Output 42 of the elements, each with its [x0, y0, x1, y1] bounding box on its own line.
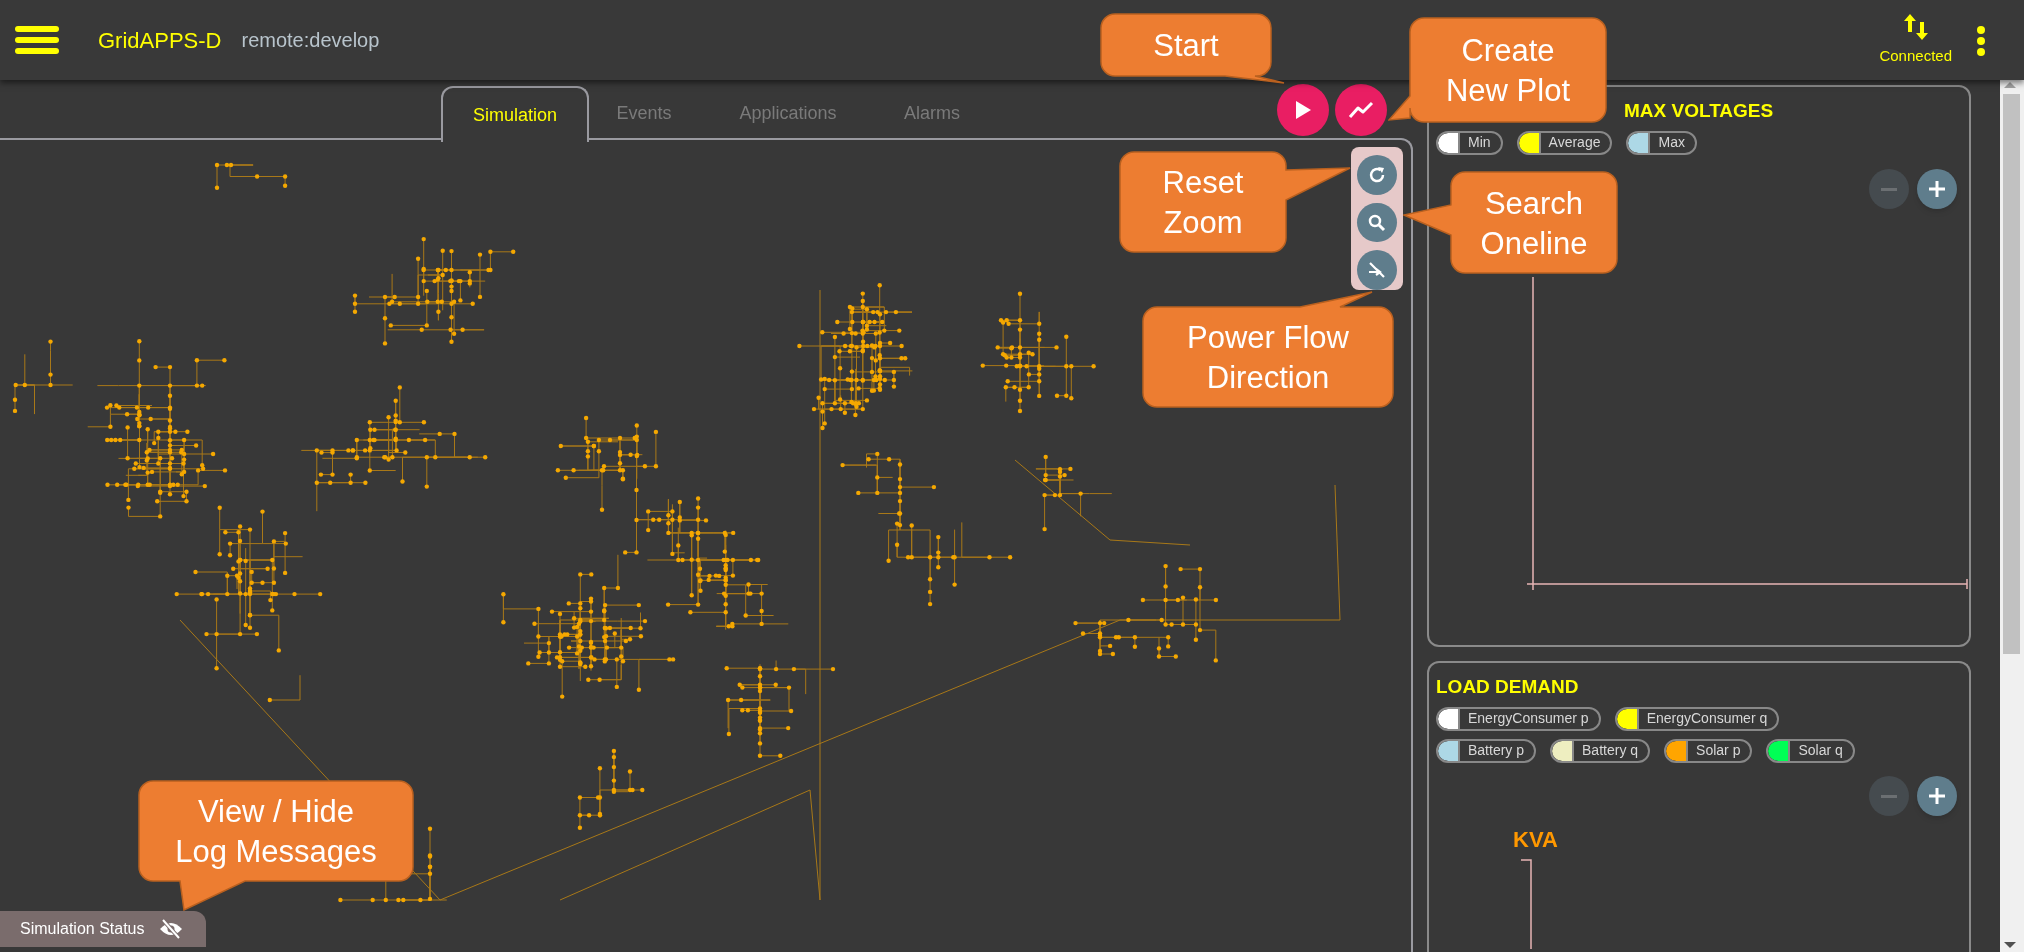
callout-text: Search Oneline [1480, 185, 1588, 261]
play-icon [1294, 100, 1312, 120]
refresh-icon [1367, 164, 1387, 185]
new-plot-button[interactable] [1335, 84, 1387, 136]
more-options-icon[interactable] [1976, 26, 1986, 56]
connection-status: Connected [1879, 46, 1952, 67]
status-label: Simulation Status [20, 919, 145, 939]
callout-text: Reset Zoom [1162, 165, 1244, 240]
legend-chip[interactable]: Solar p [1664, 738, 1753, 763]
plot-title: LOAD DEMAND [1436, 675, 1580, 699]
legend-chip[interactable]: EnergyConsumer p [1436, 706, 1601, 731]
legend-chip[interactable]: Battery q [1550, 738, 1651, 763]
callout-text: Create New Plot [1446, 33, 1570, 108]
plot-title: MAX VOLTAGES [1624, 99, 1775, 123]
callout-text: View / Hide Log Messages [175, 794, 377, 869]
start-button[interactable] [1277, 84, 1329, 136]
scrollbar[interactable] [2000, 80, 2024, 952]
line-chart-icon [1348, 101, 1374, 119]
legend-chip[interactable]: Min [1436, 130, 1503, 155]
source-label: remote:develop [241, 28, 380, 53]
zoom-in-button[interactable] [1917, 169, 1957, 209]
legend-chip[interactable]: Solar q [1766, 738, 1855, 763]
power-flow-button[interactable] [1357, 250, 1397, 290]
search-button[interactable] [1357, 202, 1397, 243]
hidden-eye-icon[interactable] [158, 919, 183, 939]
legend-chip[interactable]: Average [1516, 130, 1613, 155]
minus-icon [1881, 187, 1897, 191]
menu-icon[interactable] [15, 23, 59, 57]
plus-icon [1928, 787, 1946, 805]
axis-label: KVA [1513, 826, 1558, 854]
zoom-in-button[interactable] [1917, 776, 1957, 816]
minus-icon [1881, 794, 1897, 798]
legend-chip[interactable]: EnergyConsumer q [1614, 706, 1780, 731]
reset-zoom-button[interactable] [1357, 155, 1397, 195]
legend-chip[interactable]: Battery p [1436, 738, 1537, 763]
tab[interactable]: Simulation [441, 86, 589, 142]
callout-text: Start [1153, 28, 1219, 63]
legend-chip[interactable]: Max [1626, 130, 1697, 155]
app-title: GridAPPS-D [98, 26, 222, 55]
search-icon [1368, 213, 1386, 232]
plus-icon [1928, 180, 1946, 198]
callout-text: Power Flow Direction [1187, 320, 1349, 395]
